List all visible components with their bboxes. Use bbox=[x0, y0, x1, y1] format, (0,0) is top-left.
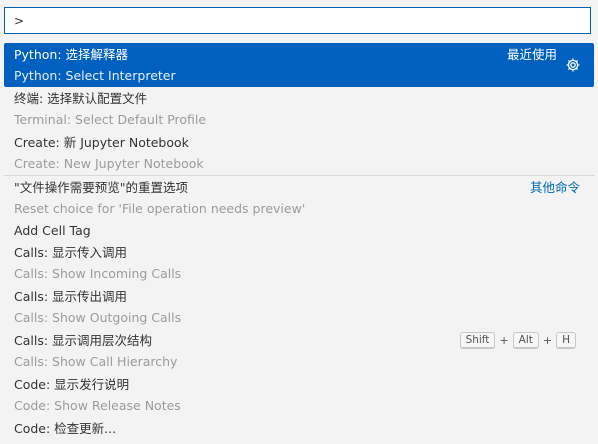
key-separator: + bbox=[542, 334, 553, 347]
command-subtitle: Python: Select Interpreter bbox=[14, 68, 176, 83]
list-item[interactable]: Python: 选择解释器 Python: Select Interpreter… bbox=[4, 43, 594, 87]
command-subtitle: Create: New Jupyter Notebook bbox=[14, 156, 204, 171]
command-title: "文件操作需要预览"的重置选项 bbox=[14, 180, 188, 195]
key-alt: Alt bbox=[512, 332, 539, 349]
command-title: Add Cell Tag bbox=[14, 223, 91, 238]
command-list: Python: 选择解释器 Python: Select Interpreter… bbox=[4, 43, 594, 444]
command-subtitle: Terminal: Select Default Profile bbox=[14, 112, 207, 127]
command-title: Code: 检查更新... bbox=[14, 421, 117, 436]
other-commands-label: 其他命令 bbox=[529, 180, 580, 195]
list-item[interactable]: "文件操作需要预览"的重置选项 Reset choice for 'File o… bbox=[4, 175, 594, 219]
command-input[interactable] bbox=[5, 8, 590, 33]
list-item[interactable]: 终端: 选择默认配置文件 Terminal: Select Default Pr… bbox=[4, 87, 594, 131]
key-shift: Shift bbox=[459, 332, 496, 349]
command-title: Create: 新 Jupyter Notebook bbox=[14, 135, 189, 150]
command-subtitle: Calls: Show Call Hierarchy bbox=[14, 354, 178, 369]
command-subtitle: Code: Show Release Notes bbox=[14, 398, 181, 413]
command-title: 终端: 选择默认配置文件 bbox=[14, 91, 148, 106]
command-subtitle: Reset choice for 'File operation needs p… bbox=[14, 201, 306, 216]
keybinding: Shift + Alt + H bbox=[459, 332, 576, 349]
command-title: Code: 显示发行说明 bbox=[14, 377, 130, 392]
list-item[interactable]: Code: 显示发行说明 Code: Show Release Notes bbox=[4, 373, 594, 417]
key-h: H bbox=[556, 332, 576, 349]
command-input-box[interactable] bbox=[4, 7, 591, 34]
list-item[interactable]: Add Cell Tag bbox=[4, 219, 594, 241]
command-subtitle: Calls: Show Outgoing Calls bbox=[14, 310, 182, 325]
command-title: Python: 选择解释器 bbox=[14, 47, 129, 62]
key-separator: + bbox=[499, 334, 509, 347]
command-palette: Python: 选择解释器 Python: Select Interpreter… bbox=[0, 0, 598, 444]
list-item[interactable]: Create: 新 Jupyter Notebook Create: New J… bbox=[4, 131, 594, 175]
list-item[interactable]: Calls: 显示传入调用 Calls: Show Incoming Calls bbox=[4, 241, 594, 285]
list-item[interactable]: Code: 检查更新... bbox=[4, 417, 594, 444]
command-title: Calls: 显示传出调用 bbox=[14, 289, 128, 304]
command-title: Calls: 显示传入调用 bbox=[14, 245, 128, 260]
command-subtitle: Calls: Show Incoming Calls bbox=[14, 266, 182, 281]
list-item[interactable]: Calls: 显示传出调用 Calls: Show Outgoing Calls bbox=[4, 285, 594, 329]
command-title: Calls: 显示调用层次结构 bbox=[14, 333, 153, 348]
recently-used-label: 最近使用 bbox=[506, 47, 557, 62]
list-item[interactable]: Calls: 显示调用层次结构 Calls: Show Call Hierarc… bbox=[4, 329, 594, 373]
gear-icon[interactable] bbox=[565, 57, 581, 73]
